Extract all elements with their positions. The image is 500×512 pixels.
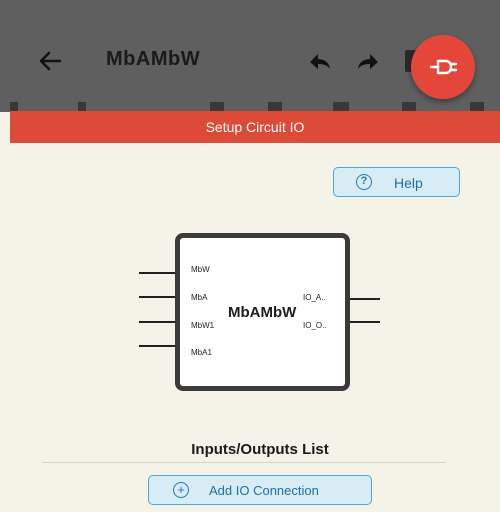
- input-pin-line: [139, 345, 175, 347]
- io-list-title: Inputs/Outputs List: [191, 441, 329, 458]
- input-pin-label: MbA1: [191, 348, 212, 357]
- add-io-connection-label: Add IO Connection: [209, 483, 319, 498]
- plug-icon: [429, 59, 458, 75]
- divider: [42, 462, 446, 463]
- input-pin-line: [139, 272, 175, 274]
- chip-name: MbAMbW: [228, 304, 297, 321]
- input-pin-label: MbA: [191, 293, 208, 302]
- circuit-chip: MbW MbA MbW1 MbA1 MbAMbW IO_A.. IO_O..: [175, 233, 350, 391]
- project-title: MbAMbW: [106, 48, 201, 70]
- arrow-left-icon: [39, 51, 62, 71]
- back-button[interactable]: [36, 47, 64, 75]
- input-pin-label: MbW1: [191, 321, 215, 330]
- output-pin-line: [350, 298, 380, 300]
- dialog-title: Setup Circuit IO: [205, 119, 305, 135]
- output-pin-line: [350, 321, 380, 323]
- app-toolbar: MbAMbW: [0, 0, 500, 112]
- add-io-connection-button[interactable]: + Add IO Connection: [148, 475, 372, 505]
- redo-icon: [358, 54, 378, 69]
- output-pin-label: IO_A..: [303, 293, 326, 302]
- input-pin-line: [139, 296, 175, 298]
- input-pin-label: MbW: [191, 265, 210, 274]
- question-circle-icon: ?: [356, 174, 372, 190]
- redo-button[interactable]: [354, 48, 382, 76]
- undo-button[interactable]: [306, 48, 334, 76]
- input-pin-line: [139, 321, 175, 323]
- output-pin-label: IO_O..: [303, 321, 327, 330]
- help-button[interactable]: ? Help: [333, 167, 460, 197]
- circuit-io-fab[interactable]: [411, 35, 475, 99]
- plus-circle-icon: +: [173, 482, 189, 498]
- undo-icon: [310, 54, 330, 69]
- help-label: Help: [394, 175, 423, 191]
- dialog-header: Setup Circuit IO: [10, 111, 500, 143]
